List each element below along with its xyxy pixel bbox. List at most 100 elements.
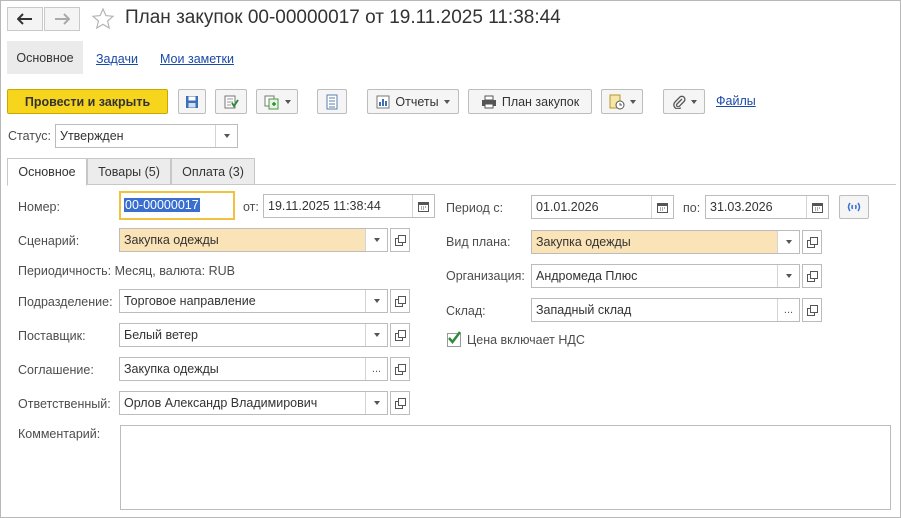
supplier-value: Белый ветер: [124, 328, 198, 342]
calendar-button[interactable]: [806, 196, 828, 218]
chevron-down-icon: [373, 401, 380, 405]
structure-button[interactable]: [317, 89, 347, 114]
open-icon: [394, 329, 406, 341]
chevron-down-icon: [443, 99, 450, 104]
section-tasks-link[interactable]: Задачи: [96, 52, 138, 66]
calendar-icon: [657, 202, 668, 213]
agreement-value: Закупка одежды: [124, 362, 219, 376]
arrow-left-icon: [17, 13, 32, 25]
section-notes-link[interactable]: Мои заметки: [160, 52, 234, 66]
period-to-input[interactable]: 31.03.2026: [705, 195, 829, 219]
chevron-down-icon: [373, 238, 380, 242]
page-title: План закупок 00-00000017 от 19.11.2025 1…: [125, 7, 561, 28]
chevron-down-icon: [785, 274, 792, 278]
create-based-on-button[interactable]: [256, 89, 298, 114]
attachments-button[interactable]: [663, 89, 705, 114]
purchase-plan-print-button[interactable]: План закупок: [468, 89, 592, 114]
warehouse-label: Склад:: [446, 304, 486, 318]
agreement-open-button[interactable]: [390, 357, 410, 381]
calendar-button[interactable]: [412, 195, 434, 217]
dropdown-button[interactable]: [777, 231, 799, 253]
tab-goods[interactable]: Товары (5): [87, 158, 171, 185]
date-value: 19.11.2025 11:38:44: [268, 199, 381, 213]
dropdown-button[interactable]: [365, 392, 387, 414]
reports-label: Отчеты: [395, 94, 439, 109]
plan-type-select[interactable]: Закупка одежды: [531, 230, 800, 254]
checkmark-icon: [448, 331, 461, 344]
tab-main[interactable]: Основное: [7, 158, 87, 186]
period-to-value: 31.03.2026: [710, 200, 773, 214]
open-icon: [394, 234, 406, 246]
files-link[interactable]: Файлы: [716, 94, 756, 108]
tab-payment[interactable]: Оплата (3): [171, 158, 255, 185]
open-icon: [806, 236, 818, 248]
post-and-close-button[interactable]: Провести и закрыть: [7, 89, 168, 114]
printer-icon: [481, 95, 496, 108]
number-value: 00-00000017: [124, 198, 200, 212]
organization-open-button[interactable]: [802, 264, 822, 288]
scenario-select[interactable]: Закупка одежды: [119, 228, 388, 252]
number-input[interactable]: 00-00000017: [119, 191, 235, 220]
dropdown-button[interactable]: [365, 324, 387, 346]
arrow-right-icon: [55, 13, 70, 25]
responsible-select[interactable]: Орлов Александр Владимирович: [119, 391, 388, 415]
dropdown-button[interactable]: [215, 125, 237, 147]
agreement-input[interactable]: Закупка одежды ...: [119, 357, 388, 381]
chevron-down-icon: [223, 134, 230, 138]
dropdown-button[interactable]: [365, 290, 387, 312]
select-from-list-button[interactable]: ...: [365, 358, 387, 380]
division-value: Торговое направление: [124, 294, 256, 308]
date-from-label: от:: [243, 200, 259, 214]
comment-label: Комментарий:: [18, 427, 101, 441]
section-main[interactable]: Основное: [7, 41, 83, 74]
save-icon: [186, 95, 198, 108]
chevron-down-icon: [785, 240, 792, 244]
scenario-open-button[interactable]: [390, 228, 410, 252]
paperclip-icon: [672, 95, 686, 109]
create-based-on-icon: [264, 95, 278, 109]
reports-icon: [376, 95, 390, 108]
chevron-down-icon: [373, 333, 380, 337]
vat-checkbox[interactable]: [447, 331, 461, 347]
organization-value: Андромеда Плюс: [536, 269, 638, 283]
supplier-open-button[interactable]: [390, 323, 410, 347]
calendar-button[interactable]: [651, 196, 673, 218]
comment-textarea[interactable]: [120, 425, 891, 510]
vat-label[interactable]: Цена включает НДС: [467, 333, 585, 347]
organization-select[interactable]: Андромеда Плюс: [531, 264, 800, 288]
plan-type-open-button[interactable]: [802, 230, 822, 254]
status-select[interactable]: Утвержден: [55, 124, 238, 148]
period-icon: [847, 202, 861, 212]
post-button[interactable]: [215, 89, 247, 114]
select-from-list-button[interactable]: ...: [777, 299, 799, 321]
division-select[interactable]: Торговое направление: [119, 289, 388, 313]
organization-label: Организация:: [446, 269, 525, 283]
calendar-icon: [418, 201, 429, 212]
forward-button[interactable]: [44, 7, 80, 31]
document-clock-icon: [609, 94, 624, 109]
supplier-select[interactable]: Белый ветер: [119, 323, 388, 347]
open-icon: [394, 363, 406, 375]
supplier-label: Поставщик:: [18, 329, 86, 343]
division-label: Подразделение:: [18, 295, 113, 309]
warehouse-input[interactable]: Западный склад ...: [531, 298, 800, 322]
date-input[interactable]: 19.11.2025 11:38:44: [263, 194, 435, 218]
period-from-label: Период с:: [446, 201, 504, 215]
favorite-star-icon[interactable]: [91, 7, 115, 34]
chevron-down-icon: [690, 99, 697, 104]
responsible-open-button[interactable]: [390, 391, 410, 415]
warehouse-value: Западный склад: [536, 303, 632, 317]
period-from-input[interactable]: 01.01.2026: [531, 195, 674, 219]
period-select-button[interactable]: [839, 195, 869, 219]
reports-button[interactable]: Отчеты: [367, 89, 459, 114]
chevron-down-icon: [284, 99, 291, 104]
print-settings-button[interactable]: [601, 89, 643, 114]
back-button[interactable]: [7, 7, 43, 31]
division-open-button[interactable]: [390, 289, 410, 313]
save-button[interactable]: [178, 89, 206, 114]
number-label: Номер:: [18, 200, 60, 214]
warehouse-open-button[interactable]: [802, 298, 822, 322]
dropdown-button[interactable]: [777, 265, 799, 287]
dropdown-button[interactable]: [365, 229, 387, 251]
post-document-icon: [224, 95, 239, 108]
